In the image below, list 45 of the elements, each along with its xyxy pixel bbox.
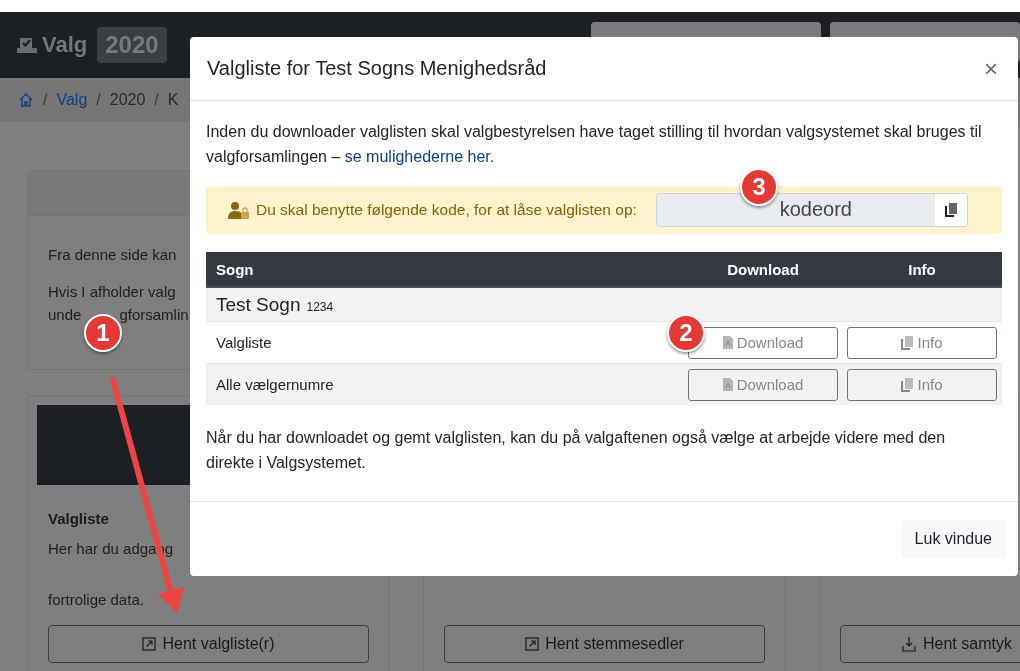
breadcrumb-item: 2020 <box>109 91 146 109</box>
column-header: Sogn <box>215 260 255 278</box>
year-badge: 2020 <box>97 27 167 63</box>
card-text: Hvis I afholder valg <box>48 283 177 300</box>
parish-number: 1234 <box>306 299 334 314</box>
copy-button[interactable] <box>934 194 967 226</box>
column-header: Download <box>726 260 800 278</box>
table-cell-text: Alle vælgernumre <box>215 376 335 393</box>
column-header: Info <box>907 260 937 278</box>
parish-name: Test Sogn <box>216 293 301 316</box>
modal-title: Valgliste for Test Sogns Menighedsråd <box>207 57 547 80</box>
outro-text: Når du har downloadet og gemt valglisten, kan du på valgaftenen også vælge at arbejde videre med den direkte i Valgsystemet. <box>206 428 947 473</box>
card-title: Valgliste <box>48 510 110 527</box>
close-window-button[interactable]: Luk vindue <box>900 520 1006 558</box>
copy-icon <box>901 377 914 392</box>
pdf-file-icon <box>722 378 733 391</box>
close-button[interactable]: × <box>980 54 1002 83</box>
card-text: fortrolige data. <box>48 591 145 608</box>
breadcrumb-item: K <box>167 91 179 109</box>
pdf-file-icon <box>722 336 733 349</box>
breadcrumb-link[interactable]: Valg <box>56 91 88 109</box>
download-card-button[interactable]: Hent samtyk <box>840 625 1020 663</box>
table-cell-text: Valgliste <box>215 334 273 351</box>
user-lock-icon <box>228 201 250 219</box>
external-link-icon <box>142 637 157 651</box>
download-icon <box>901 636 917 652</box>
info-button[interactable]: Info <box>847 326 997 359</box>
info-button[interactable]: Info <box>847 368 997 401</box>
breadcrumb-separator: / <box>43 91 48 109</box>
intro-text: Inden du downloader valglisten skal valgbestyrelsen have taget stilling til hvordan valgsystemet skal bruges til valgforsamlingen – se mulighederne her. <box>206 122 983 167</box>
brand-name[interactable]: Valg <box>42 32 88 58</box>
download-card-button[interactable]: Hent stemmesedler <box>444 625 765 663</box>
copy-icon <box>944 203 957 217</box>
external-link-icon <box>525 637 540 651</box>
download-card-button[interactable]: Hent valgliste(r) <box>48 625 369 663</box>
download-button[interactable]: Download <box>688 368 838 401</box>
options-link[interactable]: se mulighederne her. <box>344 148 495 165</box>
card-text: unde <box>48 306 82 323</box>
breadcrumb-separator: / <box>154 91 159 109</box>
card-text: gforsamlin <box>119 306 189 323</box>
ballot-box-icon <box>16 36 38 54</box>
copy-icon <box>901 335 914 350</box>
breadcrumb-separator: / <box>96 91 101 109</box>
card-text: Fra denne side kan <box>48 246 178 263</box>
alert-text: Du skal benytte følgende kode, for at låse valglisten op: <box>256 201 637 219</box>
